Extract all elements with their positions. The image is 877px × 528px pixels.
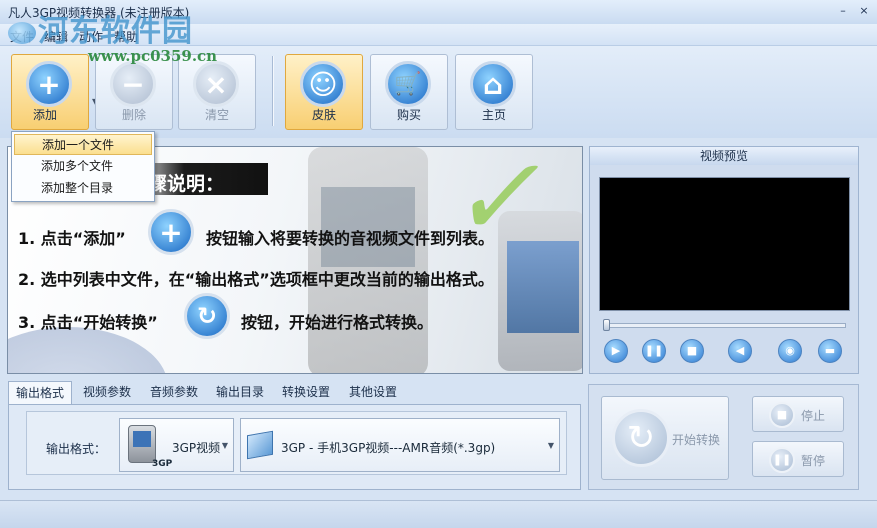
step-1-detail: 按钮输入将要转换的音视频文件到列表。 <box>206 229 495 248</box>
add-dropdown-menu: 添加一个文件 添加多个文件 添加整个目录 <box>11 131 155 202</box>
home-button[interactable]: ⌂ 主页 <box>455 54 533 130</box>
phone-screen-icon <box>133 431 151 447</box>
close-button[interactable]: × <box>856 3 872 19</box>
minus-icon: − <box>110 61 156 107</box>
add-multiple-files-item[interactable]: 添加多个文件 <box>14 156 152 177</box>
video-preview-panel: 视频预览 ▶ ❚❚ ■ ◀ ◉ ▬ <box>589 146 859 374</box>
profile-value: 3GP - 手机3GP视频---AMR音频(*.3gp) <box>281 441 496 455</box>
device-badge: 3GP <box>152 459 173 469</box>
play-icon[interactable]: ▶ <box>604 339 628 363</box>
pause-icon: ❚❚ <box>769 447 795 473</box>
output-format-box: 输出格式： 3GP 3GP视频 ▼ 3GP - 手机3GP视频---AMR音频(… <box>26 411 567 475</box>
chevron-down-icon: ▼ <box>221 441 228 450</box>
pda-screen <box>507 241 579 333</box>
home-icon: ⌂ <box>470 61 516 107</box>
add-icon: + <box>26 61 72 107</box>
stop-icon: ■ <box>769 402 795 428</box>
output-format-label: 输出格式： <box>46 442 107 456</box>
skin-label: 皮肤 <box>311 108 336 122</box>
add-one-file-item[interactable]: 添加一个文件 <box>14 134 152 155</box>
pause-icon[interactable]: ❚❚ <box>642 339 666 363</box>
convert-icon: ↻ <box>184 293 230 339</box>
step-2-text: 2. 选中列表中文件，在“输出格式”选项框中更改当前的输出格式。 <box>18 270 494 289</box>
seek-thumb[interactable] <box>603 319 610 331</box>
watermark-text: 河东软件园 <box>38 14 193 49</box>
watermark-url: www.pc0359.cn <box>88 47 218 65</box>
status-bar <box>0 500 877 528</box>
cube-icon <box>247 430 273 460</box>
smiley-icon: ☺ <box>300 61 346 107</box>
buy-button[interactable]: 🛒 购买 <box>370 54 448 130</box>
tab-audio-params[interactable]: 音频参数 <box>143 381 205 404</box>
pause-label: 暂停 <box>801 454 826 468</box>
start-convert-label: 开始转换 <box>672 433 721 447</box>
start-convert-button[interactable]: ↻ 开始转换 <box>601 396 729 480</box>
add-button[interactable]: + ▼ 添加 <box>11 54 98 130</box>
device-select[interactable]: 3GP 3GP视频 ▼ <box>119 418 234 472</box>
chevron-down-icon: ▼ <box>547 441 554 450</box>
stop-button[interactable]: ■ 停止 <box>752 396 844 432</box>
skin-button[interactable]: ☺ 皮肤 <box>285 54 363 130</box>
cart-icon: 🛒 <box>385 61 431 107</box>
folder-icon[interactable]: ▬ <box>818 339 842 363</box>
watermark-logo <box>8 22 36 44</box>
stop-icon[interactable]: ■ <box>680 339 704 363</box>
preview-title: 视频预览 <box>590 147 858 165</box>
video-screen <box>599 177 850 311</box>
clear-label: 清空 <box>204 108 229 122</box>
clear-button[interactable]: × 清空 <box>178 54 256 130</box>
decorative-swoosh <box>8 327 168 373</box>
step-3-detail: 按钮，开始进行格式转换。 <box>241 313 434 332</box>
output-format-panel: 输出格式： 3GP 3GP视频 ▼ 3GP - 手机3GP视频---AMR音频(… <box>8 404 581 490</box>
convert-icon: ↻ <box>612 409 670 467</box>
add-folder-item[interactable]: 添加整个目录 <box>14 178 152 199</box>
toolbar-separator <box>272 56 273 126</box>
step-1-text: 1. 点击“添加” <box>18 229 126 248</box>
seek-bar[interactable] <box>604 323 846 328</box>
tab-video-params[interactable]: 视频参数 <box>76 381 138 404</box>
tab-output-dir[interactable]: 输出目录 <box>209 381 271 404</box>
delete-label: 删除 <box>121 108 146 122</box>
profile-select[interactable]: 3GP - 手机3GP视频---AMR音频(*.3gp) ▼ <box>240 418 560 472</box>
tab-convert-settings[interactable]: 转换设置 <box>275 381 337 404</box>
volume-icon[interactable]: ◀ <box>728 339 752 363</box>
tab-output-format[interactable]: 输出格式 <box>8 381 73 405</box>
instructions-title: 骤说明： <box>148 173 225 195</box>
close-icon: × <box>193 61 239 107</box>
step-3-text: 3. 点击“开始转换” <box>18 313 158 332</box>
minimize-button[interactable]: – <box>835 3 851 19</box>
device-value: 3GP视频 <box>172 441 221 455</box>
snapshot-icon[interactable]: ◉ <box>778 339 802 363</box>
pause-button[interactable]: ❚❚ 暂停 <box>752 441 844 477</box>
add-icon: + <box>148 209 194 255</box>
delete-button[interactable]: − 删除 <box>95 54 173 130</box>
tab-other-settings[interactable]: 其他设置 <box>342 381 404 404</box>
conversion-controls: ↻ 开始转换 ■ 停止 ❚❚ 暂停 <box>588 384 859 490</box>
add-label: 添加 <box>32 108 57 122</box>
buy-label: 购买 <box>396 108 421 122</box>
home-label: 主页 <box>481 108 506 122</box>
stop-label: 停止 <box>801 409 826 423</box>
